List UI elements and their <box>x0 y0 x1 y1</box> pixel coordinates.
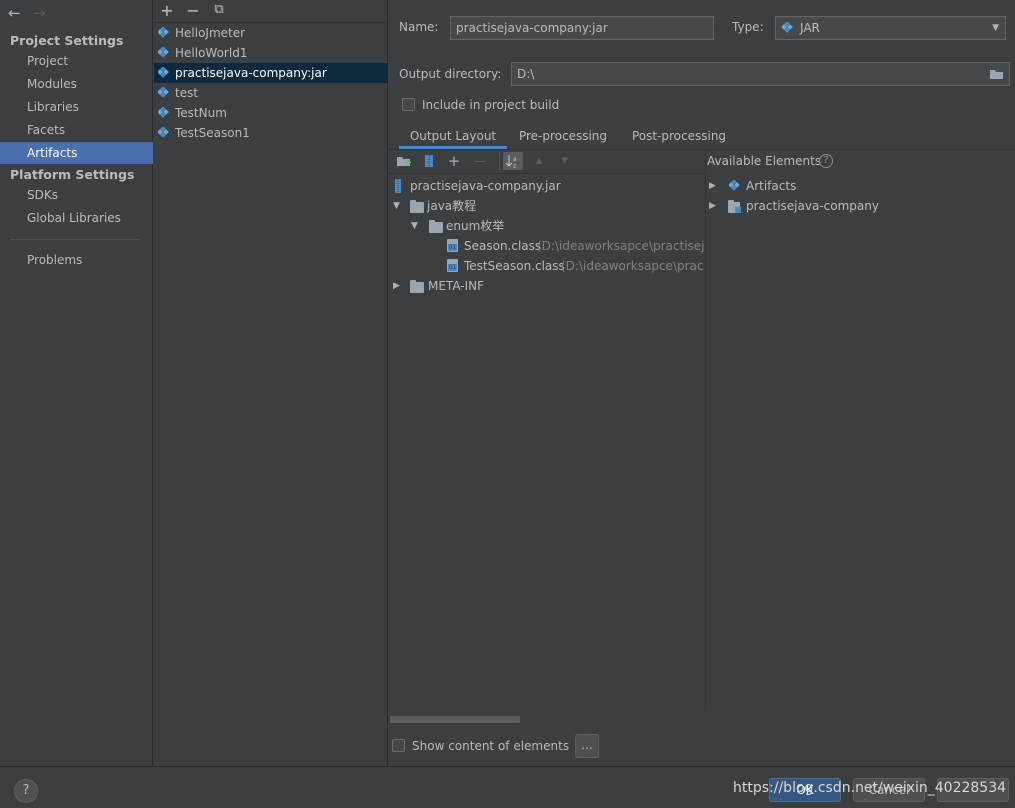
available-item-module[interactable]: ▶ practisejava-company <box>709 196 1009 216</box>
file-name: TestSeason.class <box>464 259 565 273</box>
remove-artifact-button[interactable]: − <box>183 1 203 20</box>
expanded-triangle-icon: ▼ <box>393 201 400 211</box>
move-up-icon[interactable]: ▲ <box>530 152 548 170</box>
class-file-icon <box>447 239 458 252</box>
expanded-triangle-icon: ▼ <box>411 221 418 231</box>
back-arrow-icon[interactable]: ← <box>8 4 21 22</box>
project-settings-header: Project Settings <box>10 33 124 48</box>
help-button[interactable]: ? <box>14 779 38 803</box>
folder-icon <box>410 280 424 293</box>
tree-file-testseason[interactable]: TestSeason.class (D:\ideaworksapce\prac <box>393 256 705 276</box>
artifact-icon <box>158 67 169 78</box>
name-label: Name: <box>399 20 439 34</box>
available-item-label: Artifacts <box>746 179 797 193</box>
collapsed-triangle-icon: ▶ <box>393 281 400 291</box>
file-path: (D:\ideaworksapce\prac <box>561 259 704 273</box>
file-name: Season.class <box>464 239 542 253</box>
help-circle-icon[interactable]: ? <box>819 154 833 168</box>
jar-type-icon <box>782 22 793 33</box>
artifact-icon <box>158 87 169 98</box>
output-dir-label: Output directory: <box>399 67 502 81</box>
tab-output-layout[interactable]: Output Layout <box>399 127 507 149</box>
tab-pre-processing[interactable]: Pre-processing <box>512 127 614 149</box>
svg-text:a: a <box>513 156 517 163</box>
nav-divider <box>10 239 140 240</box>
artifact-label: TestNum <box>175 106 227 120</box>
tree-folder-label: java教程 <box>427 199 477 213</box>
artifact-icon <box>158 127 169 138</box>
tree-folder-label: enum枚举 <box>446 219 505 233</box>
artifact-item[interactable]: test <box>154 83 388 103</box>
browse-folder-icon[interactable] <box>989 68 1004 80</box>
archive-icon[interactable] <box>420 152 438 170</box>
artifact-icon <box>158 47 169 58</box>
artifact-item[interactable]: HelloWorld1 <box>154 43 388 63</box>
move-down-icon[interactable]: ▼ <box>556 152 574 170</box>
tree-folder-label: META-INF <box>428 279 485 293</box>
artifact-label: HelloWorld1 <box>175 46 248 60</box>
folder-icon <box>429 220 443 233</box>
type-label: Type: <box>732 20 764 34</box>
nav-item-sdks[interactable]: SDKs <box>0 184 153 206</box>
nav-item-libraries[interactable]: Libraries <box>0 96 153 118</box>
tab-post-processing[interactable]: Post-processing <box>624 127 734 149</box>
artifacts-icon <box>729 180 740 191</box>
settings-nav: ← → Project Settings Project Modules Lib… <box>0 0 153 766</box>
watermark-text: https://blog.csdn.net/weixin_40228534 <box>733 780 1007 796</box>
svg-text:z: z <box>513 163 516 170</box>
horizontal-scrollbar[interactable] <box>390 716 520 723</box>
collapsed-triangle-icon: ▶ <box>709 181 716 191</box>
artifact-icon <box>158 107 169 118</box>
type-value: JAR <box>800 21 820 35</box>
available-item-artifacts[interactable]: ▶ Artifacts <box>709 176 1009 196</box>
artifact-icon <box>158 27 169 38</box>
artifact-label: test <box>175 86 199 100</box>
artifact-item[interactable]: HelloJmeter <box>154 23 388 43</box>
file-path: (D:\ideaworksapce\practisej <box>537 239 705 253</box>
add-element-icon[interactable]: + <box>445 152 463 170</box>
artifact-item[interactable]: TestNum <box>154 103 388 123</box>
nav-item-global-libraries[interactable]: Global Libraries <box>0 207 153 229</box>
tree-file-season[interactable]: Season.class (D:\ideaworksapce\practisej <box>393 236 705 256</box>
nav-item-project[interactable]: Project <box>0 50 153 72</box>
tree-root-jar[interactable]: practisejava-company.jar <box>393 176 705 196</box>
output-dir-field[interactable]: D:\ <box>511 62 1010 86</box>
artifact-item[interactable]: TestSeason1 <box>154 123 388 143</box>
artifact-label: TestSeason1 <box>175 126 250 140</box>
type-dropdown[interactable]: JAR ▼ <box>775 16 1006 40</box>
nav-item-problems[interactable]: Problems <box>0 249 153 271</box>
sort-icon[interactable]: az <box>503 152 523 170</box>
new-folder-icon[interactable] <box>395 152 413 170</box>
tree-root-label: practisejava-company.jar <box>410 179 561 193</box>
nav-item-facets[interactable]: Facets <box>0 119 153 141</box>
artifact-list-panel: + − ⧉ HelloJmeter HelloWorld1 practiseja… <box>154 0 388 766</box>
artifact-label: practisejava-company:jar <box>175 66 327 80</box>
folder-icon <box>410 200 424 213</box>
forward-arrow-icon[interactable]: → <box>33 4 46 22</box>
class-file-icon <box>447 259 458 272</box>
include-build-label: Include in project build <box>422 98 560 112</box>
name-field[interactable]: practisejava-company:jar <box>450 16 714 40</box>
chevron-down-icon: ▼ <box>992 23 999 33</box>
module-badge-icon <box>735 207 741 213</box>
tree-folder-meta-inf[interactable]: ▶ META-INF <box>393 276 705 296</box>
add-artifact-button[interactable]: + <box>157 1 177 20</box>
nav-item-artifacts[interactable]: Artifacts <box>0 142 153 164</box>
available-elements-header: Available Elements <box>707 154 822 168</box>
tree-folder-enum[interactable]: ▼ enum枚举 <box>393 216 705 236</box>
tree-folder-java[interactable]: ▼ java教程 <box>393 196 705 216</box>
available-item-label: practisejava-company <box>746 199 879 213</box>
show-content-checkbox[interactable] <box>392 739 405 752</box>
artifact-label: HelloJmeter <box>175 26 246 40</box>
artifact-item-selected[interactable]: practisejava-company:jar <box>154 63 388 83</box>
include-build-checkbox[interactable] <box>402 98 415 111</box>
jar-file-icon <box>395 179 401 193</box>
nav-item-modules[interactable]: Modules <box>0 73 153 95</box>
copy-artifact-icon[interactable]: ⧉ <box>209 2 229 17</box>
platform-settings-header: Platform Settings <box>10 167 135 182</box>
ellipsis-button[interactable]: ... <box>575 734 599 758</box>
collapsed-triangle-icon: ▶ <box>709 201 716 211</box>
show-content-label: Show content of elements <box>412 739 570 753</box>
remove-element-icon[interactable]: − <box>471 152 489 170</box>
